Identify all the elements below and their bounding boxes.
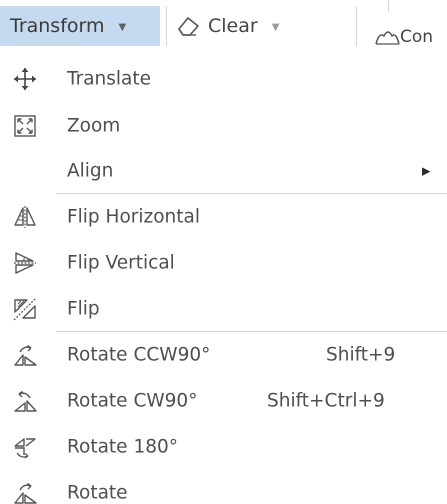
menu-item-label: Rotate CCW90°	[67, 344, 211, 366]
chevron-down-icon: ▼	[271, 21, 280, 33]
chevron-down-icon: ▼	[118, 21, 127, 33]
menu-item-rotate-ccw90[interactable]: Rotate CCW90° Shift+9	[0, 332, 447, 378]
menu-item-translate[interactable]: Translate	[0, 56, 447, 102]
transform-dropdown-button[interactable]: Transform ▼	[0, 6, 160, 46]
rotate-ccw-icon	[12, 342, 38, 368]
toolbar-divider-small	[388, 0, 389, 12]
menu-item-flip-vertical[interactable]: Flip Vertical	[0, 240, 447, 286]
rotate-icon	[12, 480, 38, 504]
menu-item-flip-horizontal[interactable]: Flip Horizontal	[0, 194, 447, 240]
menu-item-label: Flip Vertical	[67, 252, 175, 274]
flip-horizontal-icon	[12, 204, 38, 230]
menu-item-label: Rotate	[67, 482, 128, 504]
menu-item-label: Flip	[67, 298, 100, 320]
shortcut-label: Shift+Ctrl+9	[267, 390, 385, 412]
contour-button-label: Con	[400, 27, 434, 47]
rotate-180-icon	[12, 434, 38, 460]
shortcut-label: Shift+9	[326, 344, 396, 366]
submenu-arrow-icon: ▶	[422, 164, 431, 178]
menu-item-rotate-cw90[interactable]: Rotate CW90° Shift+Ctrl+9	[0, 378, 447, 424]
zoom-fit-icon	[12, 113, 38, 139]
menu-item-label: Zoom	[67, 115, 121, 137]
flip-diagonal-icon	[12, 296, 38, 322]
menu-item-label: Align	[67, 160, 114, 182]
transform-button-label: Transform	[10, 15, 105, 37]
menu-item-label: Rotate 180°	[67, 436, 179, 458]
menu-item-label: Rotate CW90°	[67, 390, 198, 412]
menu-item-rotate-180[interactable]: Rotate 180°	[0, 424, 447, 470]
clear-dropdown-button[interactable]: Clear ▼	[176, 6, 336, 46]
eraser-icon	[176, 14, 202, 38]
menu-item-label: Flip Horizontal	[67, 206, 201, 228]
menu-item-flip[interactable]: Flip	[0, 286, 447, 332]
menu-item-align[interactable]: Align ▶	[0, 148, 447, 194]
clear-button-label: Clear	[208, 15, 258, 37]
move-arrows-icon	[12, 66, 38, 92]
contour-icon	[374, 26, 400, 48]
toolbar-divider	[356, 6, 357, 46]
toolbar-divider	[166, 6, 167, 46]
transform-menu: Translate Zoom Align ▶ Flip Horizontal F…	[0, 48, 447, 504]
rotate-cw-icon	[12, 388, 38, 414]
flip-vertical-icon	[12, 250, 38, 276]
menu-item-rotate[interactable]: Rotate	[0, 470, 447, 504]
toolbar: Transform ▼ Clear ▼ Con	[0, 0, 447, 48]
menu-item-label: Translate	[67, 68, 151, 90]
menu-item-zoom[interactable]: Zoom	[0, 103, 447, 149]
transform-menu-screen: Transform ▼ Clear ▼ Con Translate Zoom A…	[0, 0, 447, 504]
